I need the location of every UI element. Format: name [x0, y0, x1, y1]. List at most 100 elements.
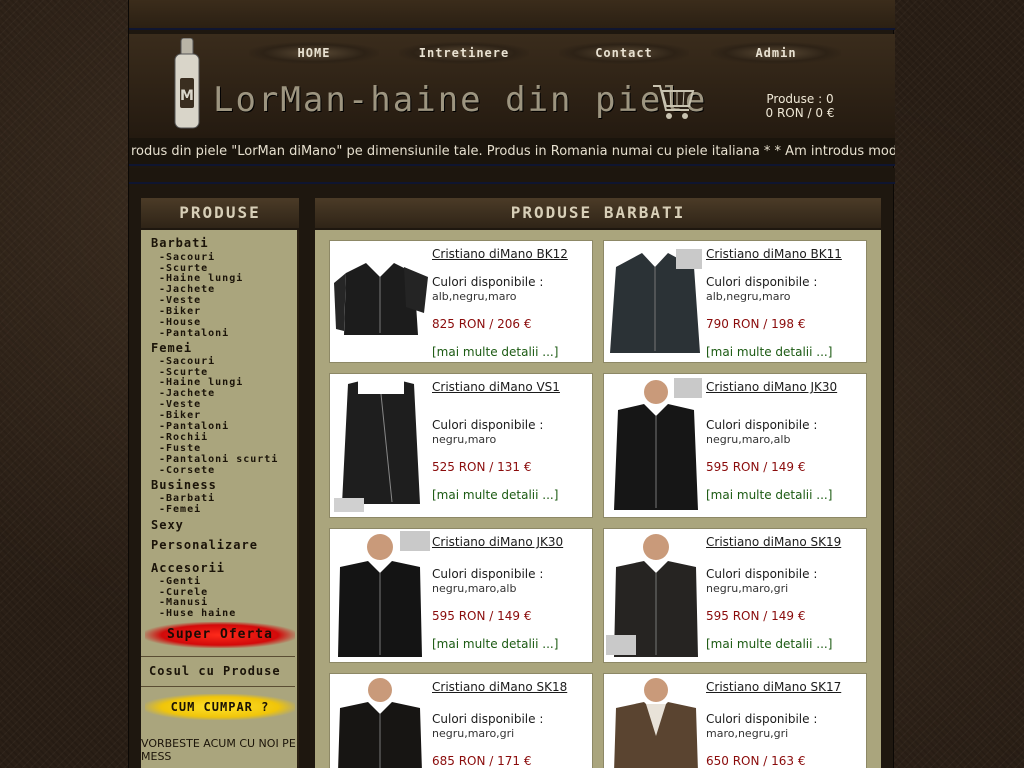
sidebar-item-femei-fuste[interactable]: -Fuste — [159, 444, 201, 454]
nav-contact[interactable]: Contact — [559, 42, 689, 64]
product-image[interactable] — [606, 531, 704, 659]
product-card[interactable]: Cristiano diMano JK30 Culori disponibile… — [329, 528, 593, 663]
nav-home[interactable]: HOME — [249, 42, 379, 64]
sidebar-item-femei-veste[interactable]: -Veste — [159, 400, 201, 410]
product-card[interactable]: Cristiano diMano SK17 Culori disponibile… — [603, 673, 867, 768]
top-strip — [129, 0, 895, 30]
product-card[interactable]: Cristiano diMano BK11 Culori disponibile… — [603, 240, 867, 363]
details-link[interactable]: [mai multe detalii ...] — [432, 488, 558, 502]
colors-value: maro,negru,gri — [706, 727, 789, 740]
product-title[interactable]: Cristiano diMano BK11 — [706, 247, 842, 261]
cart-link[interactable]: Cosul cu Produse — [149, 664, 281, 678]
product-title[interactable]: Cristiano diMano VS1 — [432, 380, 560, 394]
product-title[interactable]: Cristiano diMano SK18 — [432, 680, 567, 694]
colors-value: alb,negru,maro — [432, 290, 517, 303]
details-link[interactable]: [mai multe detalii ...] — [432, 345, 558, 359]
product-title[interactable]: Cristiano diMano SK17 — [706, 680, 841, 694]
colors-label: Culori disponibile : — [706, 275, 818, 289]
details-link[interactable]: [mai multe detalii ...] — [706, 488, 832, 502]
main-heading: PRODUSE BARBATI — [315, 198, 881, 228]
product-card[interactable]: Cristiano diMano SK19 Culori disponibile… — [603, 528, 867, 663]
colors-label: Culori disponibile : — [432, 567, 544, 581]
sidebar-item-femei-corsete[interactable]: -Corsete — [159, 466, 215, 476]
sidebar-item-femei-pantaloni[interactable]: -Pantaloni — [159, 422, 229, 432]
sidebar-item-femei-jachete[interactable]: -Jachete — [159, 389, 215, 399]
product-image[interactable] — [606, 676, 704, 768]
product-title[interactable]: Cristiano diMano BK12 — [432, 247, 568, 261]
colors-label: Culori disponibile : — [432, 712, 544, 726]
sidebar-item-barbati-haine-lungi[interactable]: -Haine lungi — [159, 274, 243, 284]
sidebar-divider — [141, 686, 295, 687]
product-price: 650 RON / 163 € — [706, 754, 806, 768]
cart-total: 0 RON / 0 € — [765, 106, 835, 120]
details-link[interactable]: [mai multe detalii ...] — [432, 637, 558, 651]
sidebar-item-accesorii-genti[interactable]: -Genti — [159, 577, 201, 587]
sidebar-item-barbati-jachete[interactable]: -Jachete — [159, 285, 215, 295]
sidebar-item-femei-haine-lungi[interactable]: -Haine lungi — [159, 378, 243, 388]
colors-label: Culori disponibile : — [706, 712, 818, 726]
sidebar-item-barbati-sacouri[interactable]: -Sacouri — [159, 253, 215, 263]
colors-label: Culori disponibile : — [432, 418, 544, 432]
category-sexy[interactable]: Sexy — [151, 518, 184, 532]
product-price: 825 RON / 206 € — [432, 317, 532, 331]
sidebar-item-barbati-pantaloni[interactable]: -Pantaloni — [159, 329, 229, 339]
nav-intretinere[interactable]: Intretinere — [399, 42, 529, 64]
sidebar-item-business-barbati[interactable]: -Barbati — [159, 494, 215, 504]
category-personalizare[interactable]: Personalizare — [151, 538, 258, 552]
super-oferta-button[interactable]: Super Oferta — [145, 622, 295, 648]
product-image[interactable] — [332, 243, 430, 359]
header: HOME Intretinere Contact Admin M LorMan-… — [129, 34, 895, 138]
shopping-cart-icon[interactable] — [651, 82, 695, 122]
product-card[interactable]: Cristiano diMano VS1 Culori disponibile … — [329, 373, 593, 518]
product-grid: Cristiano diMano BK12 Culori disponibile… — [315, 230, 881, 768]
product-price: 525 RON / 131 € — [432, 460, 532, 474]
product-image[interactable] — [332, 376, 430, 514]
product-title[interactable]: Cristiano diMano JK30 — [706, 380, 837, 394]
sidebar-heading: PRODUSE — [141, 198, 299, 228]
cart-products-count: Produse : 0 — [766, 92, 834, 106]
sidebar-item-barbati-veste[interactable]: -Veste — [159, 296, 201, 306]
product-card[interactable]: Cristiano diMano JK30 Culori disponibile… — [603, 373, 867, 518]
sidebar-item-accesorii-manusi[interactable]: -Manusi — [159, 598, 208, 608]
sidebar-item-barbati-biker[interactable]: -Biker — [159, 307, 201, 317]
product-image[interactable] — [332, 531, 430, 659]
sidebar-item-accesorii-huse-haine[interactable]: -Huse haine — [159, 609, 236, 619]
category-business[interactable]: Business — [151, 478, 217, 492]
sidebar-item-femei-pantaloni-scurti[interactable]: -Pantaloni scurti — [159, 455, 278, 465]
sidebar: Barbati -Sacouri -Scurte -Haine lungi -J… — [141, 230, 299, 768]
cart-summary[interactable]: Produse : 0 0 RON / 0 € — [745, 92, 855, 120]
messenger-contact-text[interactable]: VORBESTE ACUM CU NOI PE MESS — [141, 737, 299, 763]
product-card[interactable]: Cristiano diMano SK18 Culori disponibile… — [329, 673, 593, 768]
category-barbati[interactable]: Barbati — [151, 236, 209, 250]
sidebar-item-femei-rochii[interactable]: -Rochii — [159, 433, 208, 443]
colors-value: negru,maro,gri — [432, 727, 515, 740]
product-price: 595 RON / 149 € — [432, 609, 532, 623]
product-price: 595 RON / 149 € — [706, 609, 806, 623]
product-card[interactable]: Cristiano diMano BK12 Culori disponibile… — [329, 240, 593, 363]
zipper-logo-icon: M — [174, 38, 200, 129]
nav-admin[interactable]: Admin — [711, 42, 841, 64]
sidebar-item-barbati-house[interactable]: -House — [159, 318, 201, 328]
details-link[interactable]: [mai multe detalii ...] — [706, 345, 832, 359]
svg-text:M: M — [180, 88, 194, 104]
product-price: 595 RON / 149 € — [706, 460, 806, 474]
product-price: 685 RON / 171 € — [432, 754, 532, 768]
how-to-buy-button[interactable]: CUM CUMPAR ? — [145, 694, 295, 720]
sidebar-item-femei-sacouri[interactable]: -Sacouri — [159, 357, 215, 367]
product-image[interactable] — [332, 676, 430, 768]
colors-label: Culori disponibile : — [706, 418, 818, 432]
sidebar-item-femei-biker[interactable]: -Biker — [159, 411, 201, 421]
product-title[interactable]: Cristiano diMano JK30 — [432, 535, 563, 549]
product-price: 790 RON / 198 € — [706, 317, 806, 331]
product-title[interactable]: Cristiano diMano SK19 — [706, 535, 841, 549]
ticker-text: rodus din piele "LorMan diMano" pe dimen… — [131, 144, 895, 159]
product-image[interactable] — [606, 243, 704, 359]
category-femei[interactable]: Femei — [151, 341, 192, 355]
details-link[interactable]: [mai multe detalii ...] — [706, 637, 832, 651]
site-logo-text[interactable]: LorMan-haine din piele — [213, 80, 707, 124]
sidebar-item-business-femei[interactable]: -Femei — [159, 505, 201, 515]
colors-value: negru,maro — [432, 433, 497, 446]
colors-label: Culori disponibile : — [706, 567, 818, 581]
category-accesorii[interactable]: Accesorii — [151, 561, 225, 575]
product-image[interactable] — [606, 376, 704, 514]
